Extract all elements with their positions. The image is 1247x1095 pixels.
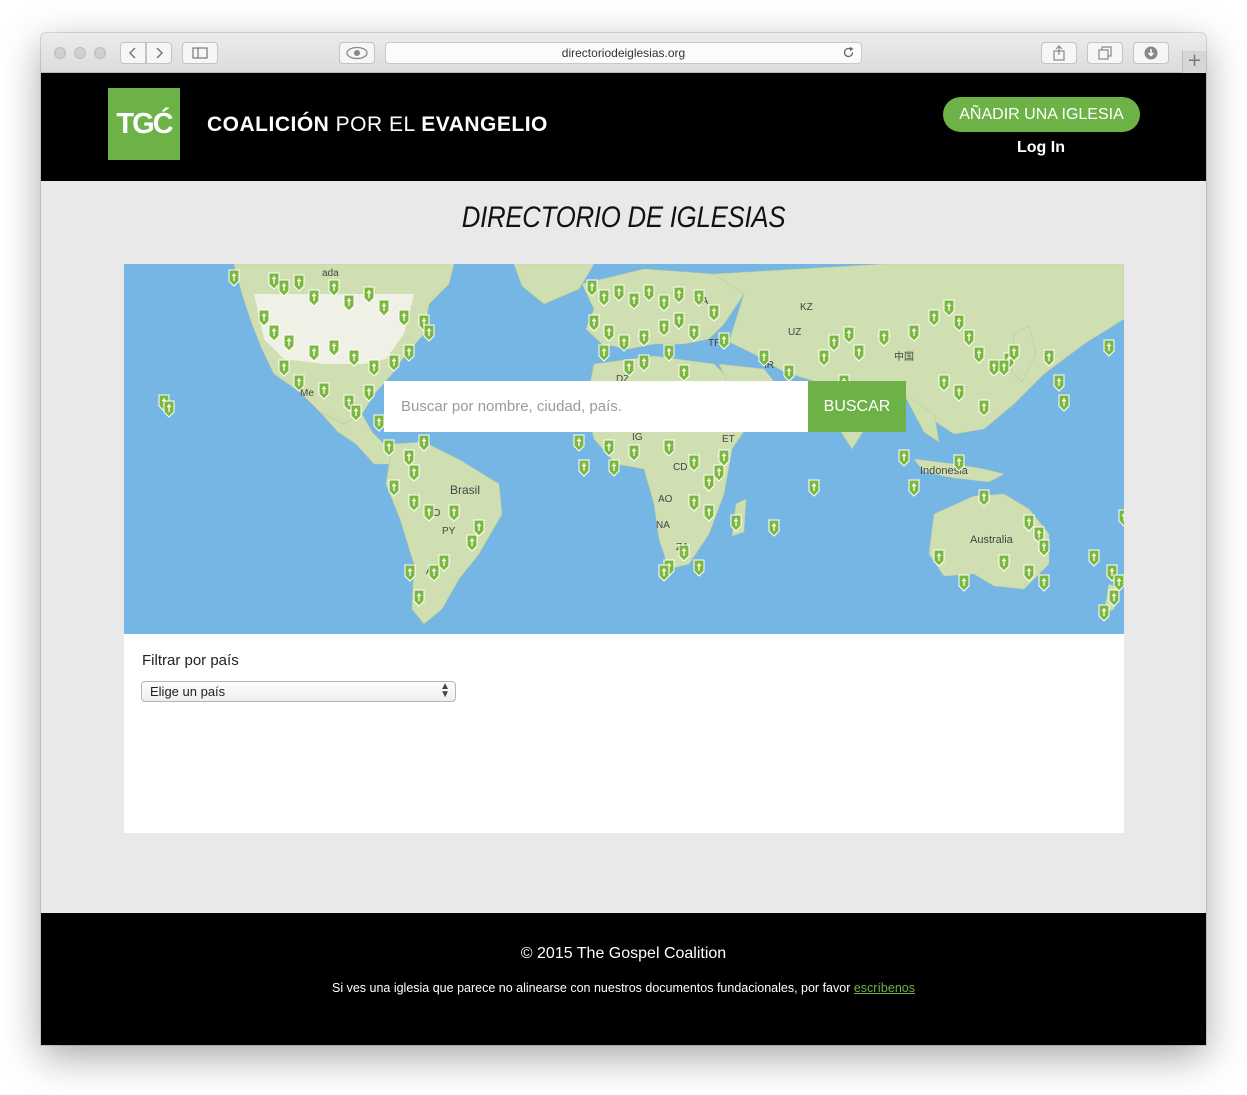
downloads-button[interactable] — [1133, 42, 1169, 64]
new-tab-button[interactable]: + — [1182, 51, 1206, 73]
eye-icon — [346, 46, 368, 60]
close-window-button[interactable] — [54, 47, 66, 59]
map-label: Me — [300, 388, 314, 399]
map-label: PY — [442, 526, 456, 537]
world-map[interactable]: ada LA KZ UZ TR IR 中国 DZ Brasil BO PY AR… — [124, 264, 1124, 634]
map-label: NA — [656, 520, 670, 531]
browser-window: directoriodeiglesias.org + TGĆ COALICIÓN… — [41, 33, 1206, 1045]
site-header: TGĆ COALICIÓN POR EL EVANGELIO AÑADIR UN… — [41, 73, 1206, 181]
address-bar[interactable]: directoriodeiglesias.org — [385, 42, 862, 64]
search-input[interactable] — [384, 381, 808, 432]
map-label: IG — [632, 432, 643, 443]
country-select[interactable]: Elige un país ▲ ▼ — [141, 681, 456, 702]
contact-link[interactable]: escríbenos — [854, 981, 915, 995]
notice-text: Si ves una iglesia que parece no alinear… — [331, 981, 854, 995]
tgc-logo[interactable]: TGĆ — [108, 88, 180, 160]
map-label: 中国 — [894, 350, 914, 363]
zoom-window-button[interactable] — [94, 47, 106, 59]
select-arrows-icon: ▲ ▼ — [440, 681, 450, 700]
filter-label: Filtrar por país — [142, 652, 239, 669]
url-text: directoriodeiglesias.org — [561, 46, 686, 60]
browser-toolbar: directoriodeiglesias.org + — [41, 33, 1206, 73]
brand-light: POR EL — [329, 113, 422, 136]
reload-icon[interactable] — [842, 45, 855, 65]
share-button[interactable] — [1041, 42, 1077, 64]
site-footer: © 2015 The Gospel Coalition Si ves una i… — [41, 913, 1206, 1045]
church-map[interactable]: ada LA KZ UZ TR IR 中国 DZ Brasil BO PY AR… — [124, 264, 1124, 634]
tabs-icon — [1098, 46, 1112, 60]
map-label: ada — [322, 268, 339, 279]
search-button[interactable]: BUSCAR — [808, 381, 906, 432]
search-bar: BUSCAR — [384, 381, 906, 432]
map-label: Australia — [970, 534, 1014, 546]
copyright-text: © 2015 The Gospel Coalition — [520, 945, 727, 962]
map-label: AO — [658, 494, 673, 505]
back-button[interactable] — [120, 42, 146, 64]
logo-text: TGĆ — [116, 107, 173, 140]
chevron-right-icon — [156, 47, 164, 59]
country-select-value: Elige un país — [150, 684, 226, 699]
map-label: ET — [722, 434, 735, 445]
map-label: UZ — [788, 327, 801, 338]
minimize-window-button[interactable] — [74, 47, 86, 59]
brand-bold-1: COALICIÓN — [207, 113, 330, 136]
footer-notice: Si ves una iglesia que parece no alinear… — [41, 981, 1206, 995]
brand-name[interactable]: COALICIÓN POR EL EVANGELIO — [207, 113, 548, 137]
reader-button[interactable] — [339, 42, 375, 64]
map-label: KZ — [800, 302, 813, 313]
map-label: Brasil — [450, 483, 480, 497]
add-church-button[interactable]: AÑADIR UNA IGLESIA — [943, 97, 1140, 132]
sidebar-button[interactable] — [182, 42, 218, 64]
page-title: DIRECTORIO DE IGLESIAS — [461, 201, 786, 234]
map-label: CD — [673, 462, 687, 473]
download-icon — [1144, 46, 1158, 60]
sidebar-icon — [192, 47, 208, 59]
chevron-left-icon — [128, 47, 136, 59]
forward-button[interactable] — [146, 42, 172, 64]
login-link[interactable]: Log In — [941, 139, 1141, 157]
tabs-overview-button[interactable] — [1087, 42, 1123, 64]
brand-bold-2: EVANGELIO — [421, 113, 548, 136]
filter-panel: Filtrar por país Elige un país ▲ ▼ — [124, 634, 1124, 833]
share-icon — [1053, 45, 1065, 61]
